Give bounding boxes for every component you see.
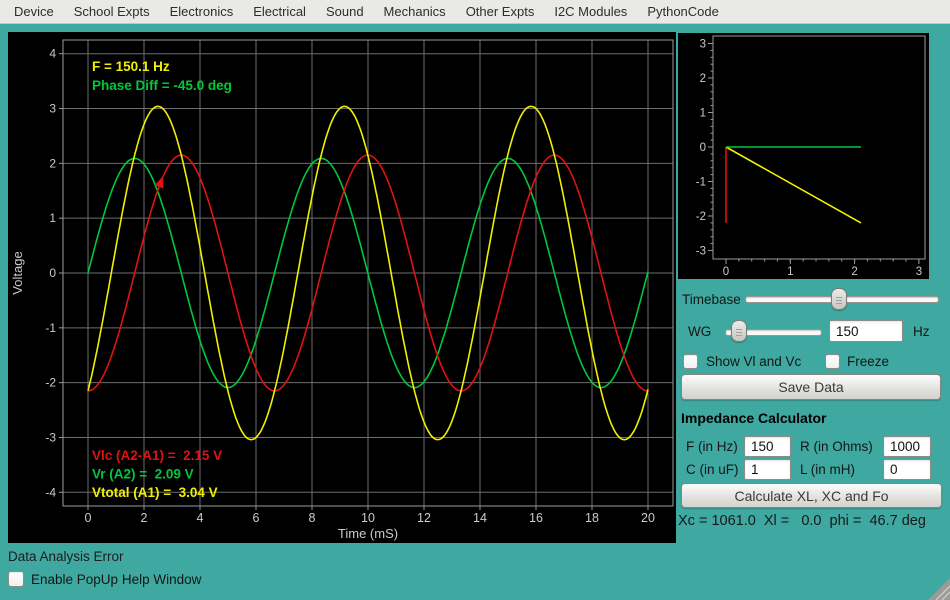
svg-text:-2: -2 [45,376,56,390]
svg-text:4: 4 [197,511,204,525]
main-oscilloscope-plot: 02468101214161820-4-3-2-101234Time (mS)V… [8,32,676,543]
svg-text:F = 150.1 Hz: F = 150.1 Hz [92,59,170,74]
svg-text:3: 3 [700,39,706,51]
timebase-slider-handle[interactable] [831,288,847,310]
menu-item-electrical[interactable]: Electrical [243,0,316,23]
save-data-button[interactable]: Save Data [681,374,941,400]
svg-text:3: 3 [49,102,56,116]
wg-label: WG [688,324,711,339]
svg-text:0: 0 [700,142,706,154]
freeze-label: Freeze [847,354,889,369]
svg-text:-2: -2 [696,211,706,223]
wg-frequency-input[interactable] [829,320,903,342]
svg-text:Vlc (A2-A1) = 2.15 V: Vlc (A2-A1) = 2.15 V [92,448,222,463]
svg-text:18: 18 [585,511,599,525]
svg-text:4: 4 [49,47,56,61]
svg-text:-1: -1 [696,177,706,189]
show-vl-vc-label: Show Vl and Vc [706,354,801,369]
menu-item-electronics[interactable]: Electronics [160,0,244,23]
svg-text:6: 6 [253,511,260,525]
svg-text:Vtotal (A1) = 3.04 V: Vtotal (A1) = 3.04 V [92,485,218,500]
r-in-ohms-label: R (in Ohms) [800,439,873,454]
status-message: Data Analysis Error [8,549,124,564]
svg-text:20: 20 [641,511,655,525]
impedance-result-text: Xc = 1061.0 Xl = 0.0 phi = 46.7 deg [678,513,926,529]
l-in-mh-input[interactable] [883,459,931,480]
menu-item-mechanics[interactable]: Mechanics [374,0,456,23]
svg-text:2: 2 [49,156,56,170]
svg-text:2: 2 [700,73,706,85]
menubar: DeviceSchool ExptsElectronicsElectricalS… [0,0,950,24]
freeze-checkbox[interactable] [825,354,840,369]
phasor-plot: 0 1 2 3 -3 -2 -1 0 1 2 3 [678,33,929,279]
l-in-mh-label: L (in mH) [800,462,855,477]
impedance-calculator-title: Impedance Calculator [681,410,827,426]
menu-item-school-expts[interactable]: School Expts [64,0,160,23]
enable-popup-help-label: Enable PopUp Help Window [31,572,201,587]
show-vl-vc-checkbox[interactable] [683,354,698,369]
resize-grip-icon[interactable] [928,578,950,600]
svg-text:Voltage: Voltage [10,251,25,294]
svg-text:0: 0 [85,511,92,525]
c-in-uf-label: C (in uF) [686,462,739,477]
svg-text:16: 16 [529,511,543,525]
svg-text:Vr (A2) = 2.09 V: Vr (A2) = 2.09 V [92,467,194,482]
svg-text:0: 0 [49,266,56,280]
svg-text:2: 2 [851,266,857,278]
svg-text:-4: -4 [45,485,56,499]
menu-item-other-expts[interactable]: Other Expts [456,0,545,23]
calculate-xl-xc-fo-button[interactable]: Calculate XL, XC and Fo [681,483,942,508]
svg-text:1: 1 [49,211,56,225]
wg-slider-handle[interactable] [731,320,747,342]
wg-unit-label: Hz [913,324,930,339]
menu-item-sound[interactable]: Sound [316,0,374,23]
svg-text:-3: -3 [45,430,56,444]
svg-text:Phase Diff = -45.0 deg: Phase Diff = -45.0 deg [92,78,232,93]
svg-text:12: 12 [417,511,431,525]
svg-text:2: 2 [141,511,148,525]
f-in-hz-input[interactable] [744,436,791,457]
svg-text:14: 14 [473,511,487,525]
svg-text:3: 3 [916,266,922,278]
svg-text:8: 8 [309,511,316,525]
svg-text:-1: -1 [45,321,56,335]
menu-item-i2c-modules[interactable]: I2C Modules [544,0,637,23]
svg-text:-3: -3 [696,246,706,258]
svg-text:0: 0 [723,266,729,278]
timebase-label: Timebase [682,292,741,307]
svg-text:Time (mS): Time (mS) [338,526,398,541]
menu-item-device[interactable]: Device [4,0,64,23]
r-in-ohms-input[interactable] [883,436,931,457]
svg-text:1: 1 [787,266,793,278]
c-in-uf-input[interactable] [744,459,791,480]
svg-text:10: 10 [361,511,375,525]
svg-text:1: 1 [700,108,706,120]
enable-popup-help-checkbox[interactable] [8,571,24,587]
menu-item-pythoncode[interactable]: PythonCode [637,0,729,23]
f-in-hz-label: F (in Hz) [686,439,738,454]
